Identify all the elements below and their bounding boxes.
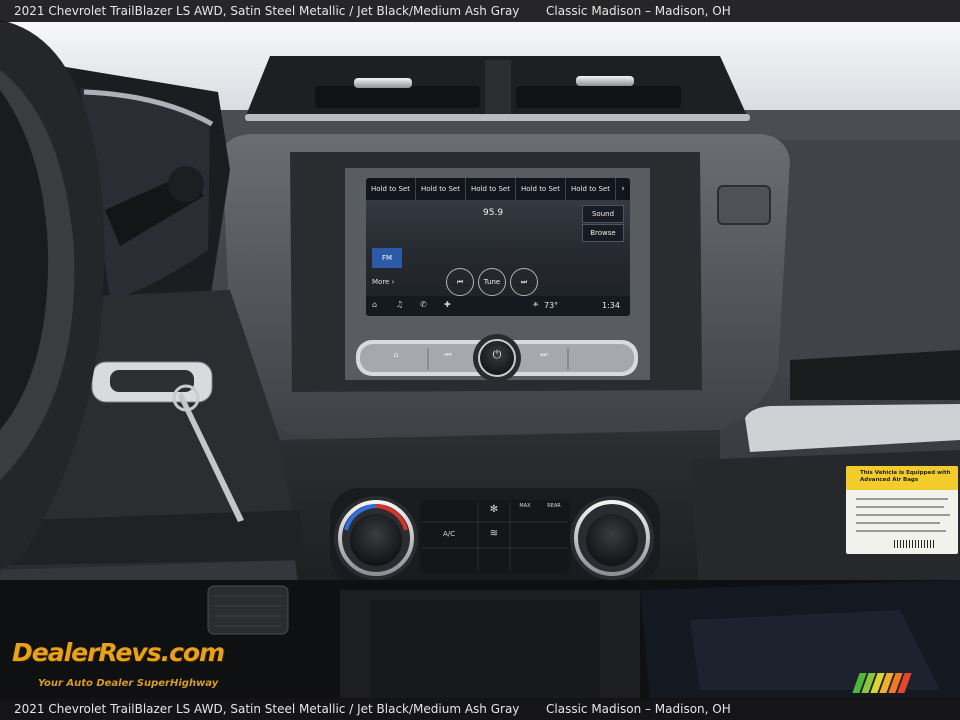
home-button[interactable]: ⌂ [384, 350, 408, 359]
caption-bar-bottom: 2021 Chevrolet TrailBlazer LS AWD, Satin… [0, 698, 960, 720]
preset-button[interactable]: Hold to Set [466, 178, 516, 200]
dashboard-photo [0, 0, 960, 720]
home-icon[interactable]: ⌂ [372, 300, 377, 309]
preset-bar: Hold to Set Hold to Set Hold to Set Hold… [366, 178, 630, 200]
max-defrost-button[interactable]: MAX [512, 503, 538, 509]
sound-button[interactable]: Sound [582, 205, 624, 223]
more-button[interactable]: More › [372, 278, 394, 286]
seek-forward-button[interactable]: ⏭ [510, 268, 538, 296]
ac-button[interactable]: A/C [432, 530, 466, 538]
caption-bar-top: 2021 Chevrolet TrailBlazer LS AWD, Satin… [0, 0, 960, 22]
vent-tab-right [576, 76, 634, 86]
preset-button[interactable]: Hold to Set [516, 178, 566, 200]
seek-back-button[interactable]: ⏮ [446, 268, 474, 296]
airbag-warning-label: This Vehicle is Equipped with Advanced A… [846, 466, 958, 554]
vent-divider [485, 60, 511, 116]
preset-button[interactable]: Hold to Set [566, 178, 616, 200]
preset-next-arrow[interactable]: › [616, 178, 630, 200]
airbag-label-title: This Vehicle is Equipped with Advanced A… [846, 466, 958, 490]
vent-tab-left [354, 78, 412, 88]
pedal [207, 585, 289, 635]
preset-button[interactable]: Hold to Set [366, 178, 416, 200]
previous-track-button[interactable]: ⏮ [436, 350, 460, 360]
defrost-icon[interactable]: ≋ [484, 528, 504, 539]
hazard-slot [717, 185, 771, 225]
phone-icon[interactable]: ✆ [420, 300, 427, 309]
radio-frequency: 95.9 [483, 208, 504, 218]
vent-slot-left [315, 86, 480, 108]
dealerrevs-logo: DealerRevs.com Your Auto Dealer SuperHig… [12, 638, 225, 689]
weather-icon: ☀ [532, 300, 540, 309]
logo-brand: DealerRevs.com [12, 638, 225, 667]
fm-band-button[interactable]: FM [372, 248, 402, 268]
logo-tagline: Your Auto Dealer SuperHighway [38, 678, 219, 689]
infotainment-screen[interactable]: Hold to Set Hold to Set Hold to Set Hold… [366, 178, 630, 316]
vent-slot-right [516, 86, 681, 108]
next-track-button[interactable]: ⏭ [532, 350, 556, 360]
vent-trim [245, 114, 750, 121]
dealer-caption: Classic Madison – Madison, OH [546, 702, 731, 716]
clock: 1:34 [602, 301, 620, 310]
power-icon[interactable]: ⏻ [485, 348, 509, 362]
browse-button[interactable]: Browse [582, 224, 624, 242]
barcode [894, 540, 934, 548]
vehicle-caption: 2021 Chevrolet TrailBlazer LS AWD, Satin… [14, 4, 520, 18]
music-icon[interactable]: ♫ [396, 300, 403, 309]
dealer-caption: Classic Madison – Madison, OH [546, 4, 731, 18]
dealer-stripes-logo [852, 673, 934, 693]
status-bar [366, 296, 630, 316]
photo-frame: Hold to Set Hold to Set Hold to Set Hold… [0, 0, 960, 720]
preset-button[interactable]: Hold to Set [416, 178, 466, 200]
fan-icon[interactable]: ✻ [484, 504, 504, 515]
rear-defrost-button[interactable]: REAR [540, 503, 568, 509]
apps-icon[interactable]: ✚ [444, 300, 451, 309]
outside-temperature: 73° [544, 301, 559, 310]
tune-button[interactable]: Tune [478, 268, 506, 296]
vehicle-caption: 2021 Chevrolet TrailBlazer LS AWD, Satin… [14, 702, 520, 716]
